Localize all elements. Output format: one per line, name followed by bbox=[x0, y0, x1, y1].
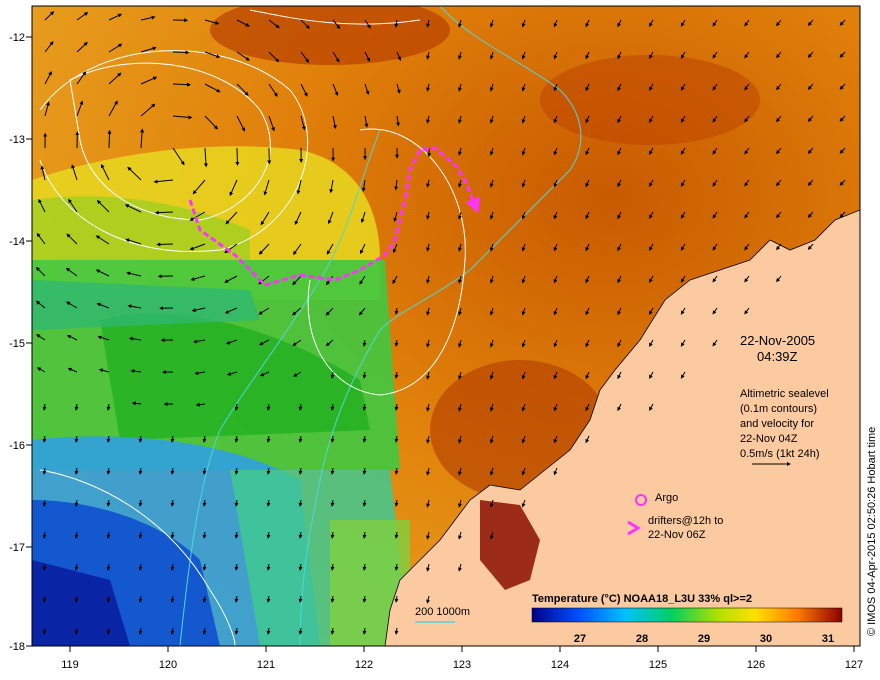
sea-surface-temperature-map: 22-Nov-2005 04:39Z Altimetric sealevel (… bbox=[9, 5, 863, 671]
x-tick-label: 122 bbox=[355, 659, 373, 671]
colorbar-tick-label: 29 bbox=[698, 633, 710, 645]
colorbar-title: Temperature (°C) NOAA18_L3U 33% ql>=2 bbox=[532, 593, 752, 605]
y-tick-label: -15 bbox=[9, 338, 25, 350]
colorbar-tick-label: 28 bbox=[636, 633, 648, 645]
argo-label: Argo bbox=[655, 492, 678, 504]
y-axis-ticks: -12 -13 -14 -15 -16 -17 -18 bbox=[9, 32, 32, 653]
x-tick-label: 119 bbox=[61, 659, 79, 671]
x-axis-ticks: 119 120 121 122 123 124 125 126 127 bbox=[61, 646, 863, 671]
colorbar-tick-label: 30 bbox=[760, 633, 772, 645]
velocity-arrow bbox=[235, 147, 240, 166]
colorbar-tick-label: 31 bbox=[822, 633, 834, 645]
colorbar bbox=[531, 607, 843, 623]
map-time: 04:39Z bbox=[757, 349, 798, 364]
velocity-arrow bbox=[172, 50, 190, 55]
altimetry-note-line-1: Altimetric sealevel bbox=[740, 388, 829, 400]
map-date: 22-Nov-2005 bbox=[740, 333, 815, 348]
x-tick-label: 123 bbox=[453, 659, 471, 671]
y-tick-label: -16 bbox=[9, 440, 25, 452]
x-tick-label: 126 bbox=[747, 659, 765, 671]
x-tick-label: 125 bbox=[649, 659, 667, 671]
y-tick-label: -14 bbox=[9, 236, 25, 248]
altimetry-note-line-3: and velocity for bbox=[740, 418, 814, 430]
drifters-label-line-1: drifters@12h to bbox=[648, 515, 723, 527]
bathymetry-label: 200 1000m bbox=[415, 606, 470, 618]
colorbar-tick-label: 27 bbox=[574, 633, 586, 645]
x-tick-label: 124 bbox=[551, 659, 569, 671]
altimetry-note-line-4: 22-Nov 04Z bbox=[740, 433, 798, 445]
x-tick-label: 120 bbox=[159, 659, 177, 671]
altimetry-note-line-2: (0.1m contours) bbox=[740, 403, 817, 415]
credit-sidebar: © IMOS 04-Apr-2015 02:50:26 Hobart time bbox=[866, 427, 878, 636]
velocity-arrow bbox=[107, 129, 112, 149]
drifters-label-line-2: 22-Nov 06Z bbox=[648, 529, 706, 541]
y-tick-label: -12 bbox=[9, 32, 25, 44]
altimetry-note-line-5: 0.5m/s (1kt 24h) bbox=[740, 448, 819, 460]
x-tick-label: 127 bbox=[845, 659, 863, 671]
x-tick-label: 121 bbox=[257, 659, 275, 671]
y-tick-label: -17 bbox=[9, 542, 25, 554]
y-tick-label: -13 bbox=[9, 134, 25, 146]
velocity-arrow bbox=[156, 242, 174, 247]
y-tick-label: -18 bbox=[9, 641, 25, 653]
credit-text: © IMOS 04-Apr-2015 02:50:26 Hobart time bbox=[866, 427, 878, 636]
